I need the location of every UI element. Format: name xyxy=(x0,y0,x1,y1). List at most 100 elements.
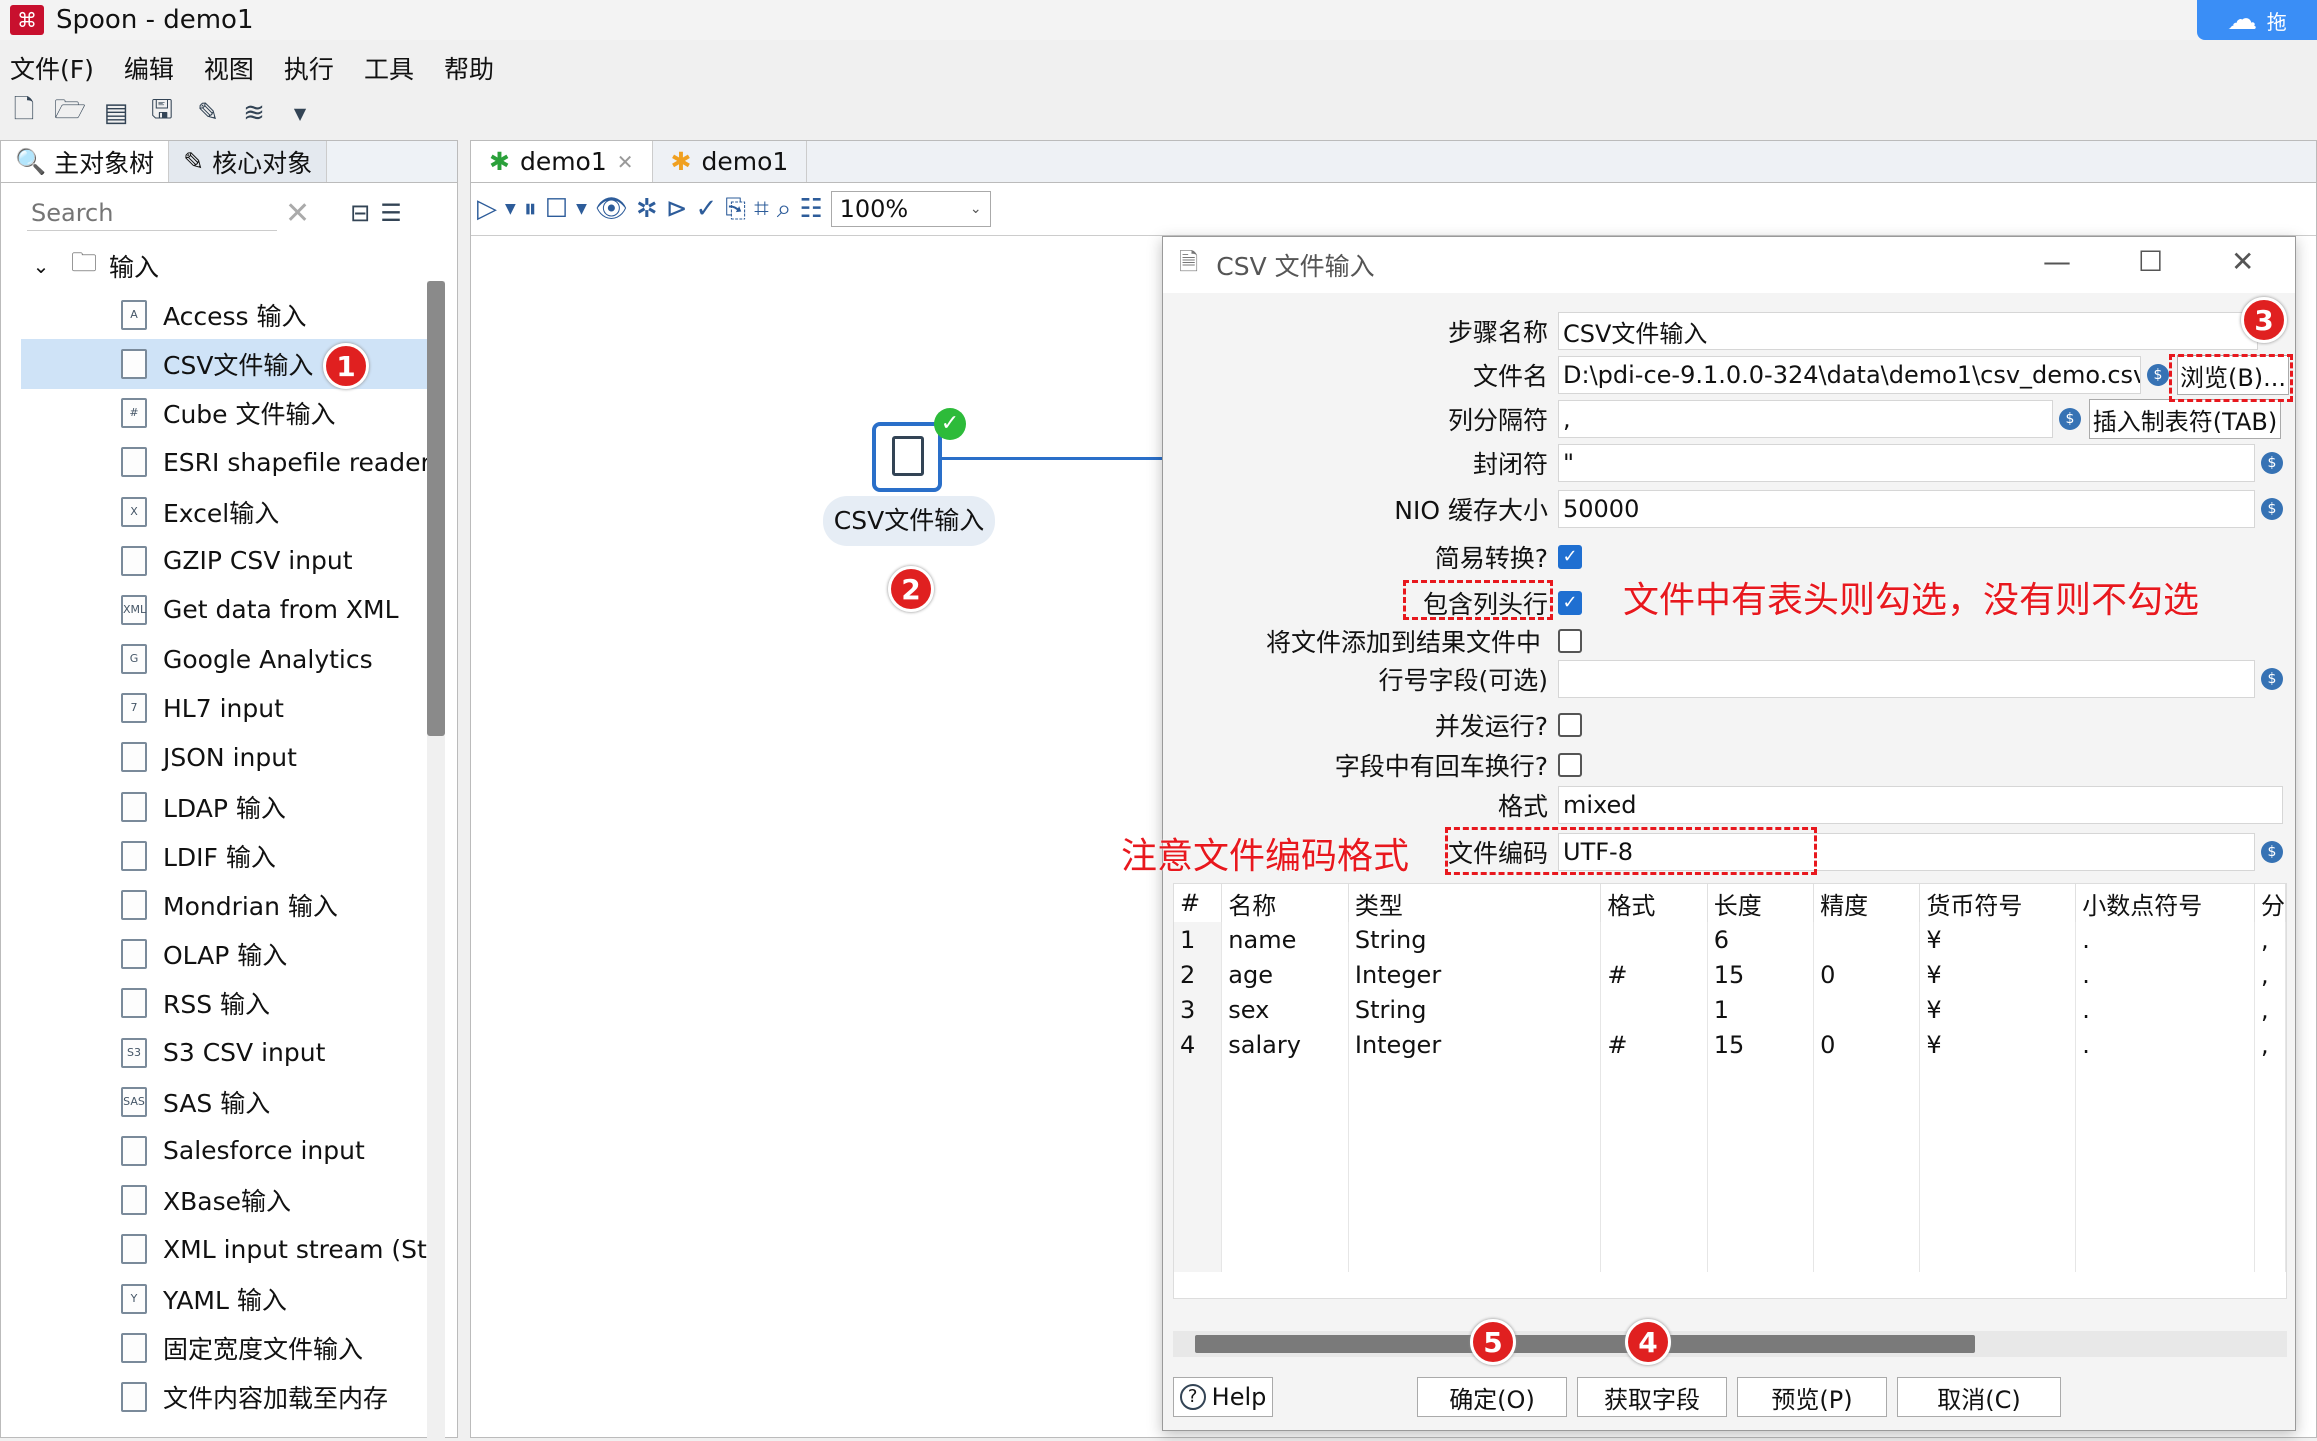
tree-item[interactable]: XML Get data from XML xyxy=(21,585,431,634)
col-header[interactable]: 名称 xyxy=(1221,884,1349,922)
col-header[interactable]: 货币符号 xyxy=(1919,884,2077,922)
table-cell[interactable]: # xyxy=(1600,1027,1708,1062)
table-cell[interactable]: name xyxy=(1221,922,1349,957)
new-file-icon[interactable]: 🗋 xyxy=(6,95,42,130)
row-number-field[interactable] xyxy=(1558,660,2255,698)
header-row-checkbox[interactable]: ✓ xyxy=(1558,591,1582,615)
menu-tools[interactable]: 工具 xyxy=(364,50,414,86)
run-icon[interactable]: ▷ xyxy=(477,194,497,224)
nio-buffer-field[interactable]: 50000 xyxy=(1558,490,2255,528)
table-cell[interactable]: . xyxy=(2075,922,2255,957)
menu-help[interactable]: 帮助 xyxy=(444,50,494,86)
table-cell[interactable]: Integer xyxy=(1348,1027,1602,1062)
table-cell[interactable]: String xyxy=(1348,992,1602,1027)
tab-main-tree[interactable]: 🔍 主对象树 xyxy=(1,141,170,182)
tree-item[interactable]: Salesforce input xyxy=(21,1126,431,1175)
table-cell[interactable] xyxy=(1813,922,1921,957)
minimize-icon[interactable]: — xyxy=(2043,245,2071,278)
variable-icon[interactable]: $ xyxy=(2147,364,2169,386)
search-input[interactable] xyxy=(27,195,277,231)
dropdown-arrow-icon[interactable]: ▼ xyxy=(282,96,318,130)
table-cell[interactable]: Integer xyxy=(1348,957,1602,992)
tree-item[interactable]: X Excel输入 xyxy=(21,487,431,536)
insert-tab-button[interactable]: 插入制表符(TAB) xyxy=(2089,399,2281,439)
table-cell[interactable]: # xyxy=(1600,957,1708,992)
tab-transformation-demo1[interactable]: ✱ demo1 ✕ xyxy=(471,141,653,182)
chevron-down-icon[interactable]: ⌄ xyxy=(21,254,61,278)
tree-item[interactable]: LDIF 输入 xyxy=(21,831,431,880)
table-cell[interactable]: , xyxy=(2254,957,2286,992)
tree-item[interactable]: JSON input xyxy=(21,733,431,782)
tree-item[interactable]: Mondrian 输入 xyxy=(21,880,431,929)
file-name-field[interactable]: D:\pdi-ce-9.1.0.0-324\data\demo1\csv_dem… xyxy=(1558,356,2141,394)
sql-icon[interactable]: ⌗ xyxy=(754,194,769,225)
variable-icon[interactable]: $ xyxy=(2261,498,2283,520)
tree-item[interactable]: XBase输入 xyxy=(21,1176,431,1225)
debug-icon[interactable]: ✲ xyxy=(636,194,658,224)
tree-folder-input[interactable]: ⌄ 🗀 输入 xyxy=(21,241,431,290)
results-icon[interactable]: ☷ xyxy=(799,194,822,224)
col-header[interactable]: # xyxy=(1174,884,1223,922)
table-cell[interactable]: String xyxy=(1348,922,1602,957)
tab-job-demo1[interactable]: ✱ demo1 xyxy=(653,141,808,182)
variable-icon[interactable]: $ xyxy=(2261,841,2283,863)
menu-file[interactable]: 文件(F) xyxy=(10,50,94,86)
tree-item[interactable]: 文件内容加载至内存 xyxy=(21,1372,431,1421)
table-cell[interactable]: , xyxy=(2254,922,2286,957)
table-cell[interactable] xyxy=(1600,992,1708,1027)
table-cell[interactable]: 15 xyxy=(1707,1027,1815,1062)
explore-db-icon[interactable]: ⌕ xyxy=(777,194,792,225)
tree-item[interactable]: Y YAML 输入 xyxy=(21,1274,431,1323)
tree-item[interactable]: G Google Analytics xyxy=(21,635,431,684)
pause-icon[interactable]: ⏸ xyxy=(524,194,537,225)
cloud-corner-button[interactable]: ☁ 拖 xyxy=(2197,0,2317,40)
verify-icon[interactable]: ✓ xyxy=(696,194,718,224)
table-cell[interactable]: ¥ xyxy=(1919,992,2077,1027)
format-select[interactable]: mixed xyxy=(1558,786,2283,824)
tree-item[interactable]: RSS 输入 xyxy=(21,979,431,1028)
close-icon[interactable]: ✕ xyxy=(2231,245,2254,278)
table-cell[interactable]: 0 xyxy=(1813,1027,1921,1062)
menu-run[interactable]: 执行 xyxy=(284,50,334,86)
maximize-icon[interactable]: ☐ xyxy=(2138,245,2163,278)
clear-search-icon[interactable]: ✕ xyxy=(285,196,310,231)
tree-item[interactable]: LDAP 输入 xyxy=(21,782,431,831)
stop-dropdown-icon[interactable]: ▼ xyxy=(576,201,587,217)
preview-icon[interactable]: 👁 xyxy=(595,194,628,224)
delimiter-field[interactable]: , xyxy=(1558,400,2053,438)
variable-icon[interactable]: $ xyxy=(2059,408,2081,430)
tree-item[interactable]: GZIP CSV input xyxy=(21,536,431,585)
expand-tree-icon[interactable]: ☰ xyxy=(380,199,402,227)
step-label[interactable]: CSV文件输入 xyxy=(823,496,995,546)
close-tab-icon[interactable]: ✕ xyxy=(617,150,634,174)
tree-item[interactable]: SAS SAS 输入 xyxy=(21,1077,431,1126)
replay-icon[interactable]: ⊳ xyxy=(666,194,688,224)
preview-button[interactable]: 预览(P) xyxy=(1737,1377,1887,1417)
tab-core-objects[interactable]: ✎ 核心对象 xyxy=(169,141,328,182)
add-to-result-checkbox[interactable] xyxy=(1558,629,1582,653)
explore-repo-icon[interactable]: ▤ xyxy=(98,96,134,130)
table-cell[interactable]: . xyxy=(2075,1027,2255,1062)
table-cell[interactable]: , xyxy=(2254,1027,2286,1062)
tree-item[interactable]: CSV文件输入 xyxy=(21,339,431,389)
tree-item[interactable]: 7 HL7 input xyxy=(21,684,431,733)
table-row[interactable]: 4 salary Integer #15 0 ¥., xyxy=(1174,1027,2286,1062)
tree-item[interactable]: # Cube 文件输入 xyxy=(21,389,431,438)
menu-view[interactable]: 视图 xyxy=(204,50,254,86)
tree-item[interactable]: A Access 输入 xyxy=(21,290,431,339)
get-fields-button[interactable]: 获取字段 xyxy=(1577,1377,1727,1417)
col-header[interactable]: 格式 xyxy=(1600,884,1708,922)
newline-in-field-checkbox[interactable] xyxy=(1558,753,1582,777)
collapse-tree-icon[interactable]: ⊟ xyxy=(350,199,370,227)
table-cell[interactable]: age xyxy=(1221,957,1349,992)
run-dropdown-icon[interactable]: ▼ xyxy=(505,201,516,217)
stop-icon[interactable]: ☐ xyxy=(545,194,568,224)
table-cell[interactable]: 6 xyxy=(1707,922,1815,957)
step-name-field[interactable]: CSV文件输入 xyxy=(1558,312,2258,350)
lazy-conversion-checkbox[interactable]: ✓ xyxy=(1558,545,1582,569)
cancel-button[interactable]: 取消(C) xyxy=(1897,1377,2061,1417)
help-button[interactable]: ? Help xyxy=(1173,1377,1273,1417)
table-cell[interactable]: . xyxy=(2075,957,2255,992)
table-cell[interactable]: ¥ xyxy=(1919,1027,2077,1062)
variable-icon[interactable]: $ xyxy=(2261,452,2283,474)
